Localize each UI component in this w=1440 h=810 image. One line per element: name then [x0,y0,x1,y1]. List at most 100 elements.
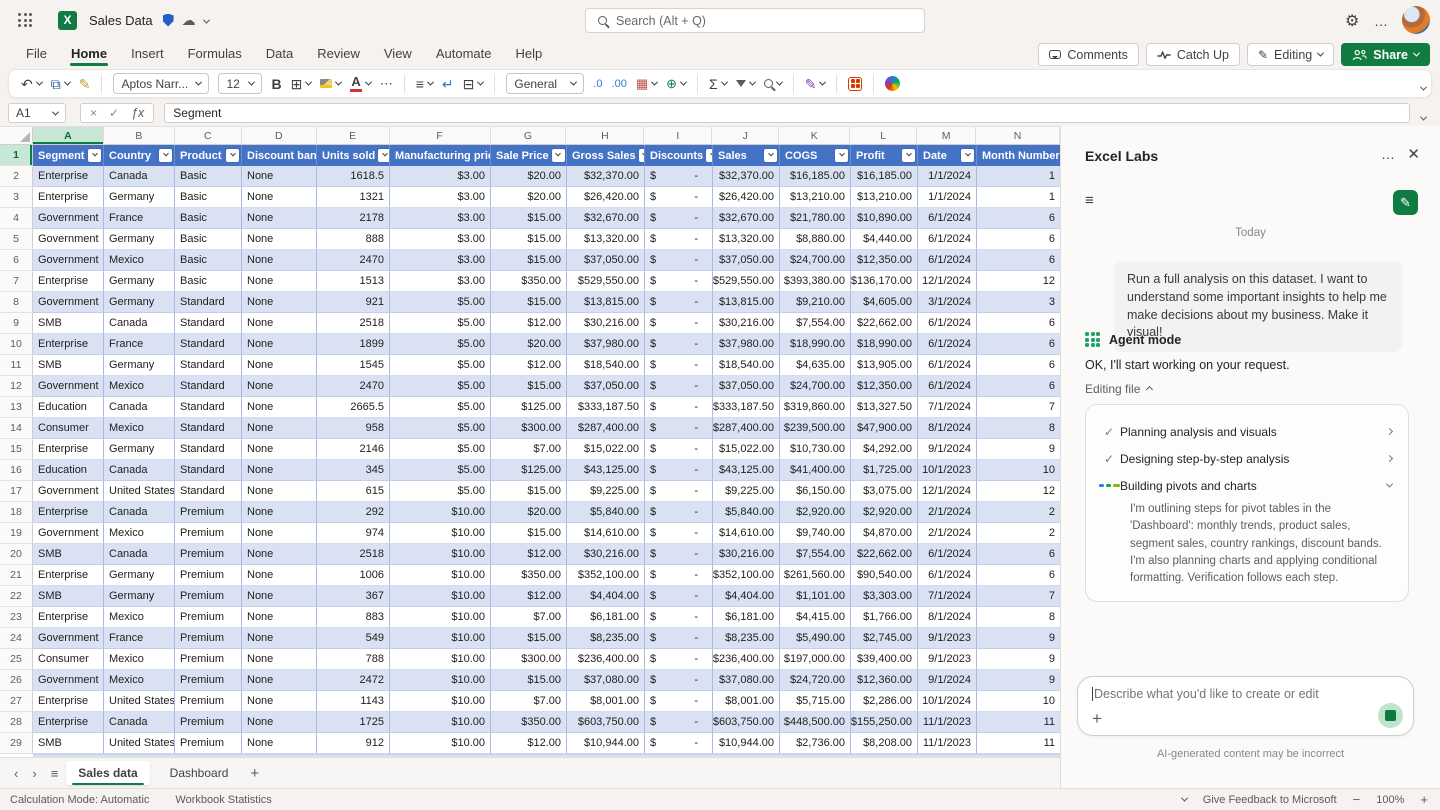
search-input[interactable]: Search (Alt + Q) [585,8,925,33]
cell[interactable]: 974 [317,523,390,544]
cell[interactable]: $- [645,733,713,754]
workbook-statistics-status[interactable]: Workbook Statistics [175,794,271,806]
cell[interactable]: 9 [977,649,1060,670]
ribbon-tab-file[interactable]: File [16,42,57,67]
cell[interactable]: $10.00 [390,502,491,523]
filter-button-sales[interactable] [764,149,777,162]
comments-button[interactable]: Comments [1038,43,1138,66]
cell[interactable]: $4,292.00 [851,439,918,460]
cell[interactable]: 958 [317,418,390,439]
cell[interactable]: $125.00 [491,460,567,481]
number-format-select[interactable]: General [506,73,584,94]
cell[interactable]: $8,001.00 [713,691,780,712]
ribbon-tab-view[interactable]: View [374,42,422,67]
cell[interactable]: United States [104,733,175,754]
cell[interactable]: Premium [175,502,242,523]
cell[interactable]: $15.00 [491,292,567,313]
cell[interactable]: 1618.5 [317,166,390,187]
cell[interactable]: Canada [104,397,175,418]
cell[interactable]: Standard [175,355,242,376]
cell[interactable]: Standard [175,481,242,502]
cell[interactable]: 1321 [317,187,390,208]
decrease-decimal-button[interactable]: .0 [593,78,602,90]
filter-button-profit[interactable] [902,149,915,162]
cell[interactable]: 7/1/2024 [918,586,977,607]
cell[interactable]: $37,980.00 [713,334,780,355]
cell[interactable]: $10.00 [390,712,491,733]
cell[interactable]: $2,920.00 [780,502,851,523]
cell[interactable]: Education [33,460,104,481]
cell[interactable]: 9/1/2023 [918,628,977,649]
cell[interactable]: 1725 [317,712,390,733]
cell[interactable]: None [242,649,317,670]
cell[interactable]: Premium [175,628,242,649]
cell[interactable]: $1,766.00 [851,607,918,628]
cell[interactable]: $5.00 [390,292,491,313]
cell[interactable]: 6 [977,208,1060,229]
cell[interactable]: $24,720.00 [780,670,851,691]
row-header-24[interactable]: 24 [0,628,33,649]
cell[interactable]: $- [645,292,713,313]
cell[interactable]: $10.00 [390,628,491,649]
cell[interactable]: None [242,271,317,292]
row-header-20[interactable]: 20 [0,544,33,565]
cell[interactable]: $26,420.00 [567,187,645,208]
paste-button[interactable]: ⧉ [51,77,70,91]
cell[interactable]: $24,700.00 [780,376,851,397]
cell[interactable]: 2518 [317,313,390,334]
column-filter-header[interactable]: Discount band [242,145,317,166]
cell[interactable]: $13,905.00 [851,355,918,376]
cell[interactable]: France [104,208,175,229]
cell[interactable]: 6 [977,376,1060,397]
sheet-tab-dashboard[interactable]: Dashboard [158,761,241,785]
column-header-A[interactable]: A [33,127,104,145]
cell[interactable]: $5,840.00 [567,502,645,523]
ribbon-tab-insert[interactable]: Insert [121,42,174,67]
cell[interactable]: $239,500.00 [780,418,851,439]
cell[interactable]: Standard [175,376,242,397]
cell[interactable]: 9 [977,628,1060,649]
column-header-F[interactable]: F [390,127,491,145]
cell[interactable]: $6,181.00 [567,607,645,628]
cell[interactable]: $5.00 [390,460,491,481]
copilot-button[interactable] [885,76,900,91]
cell[interactable]: Enterprise [33,565,104,586]
column-header-E[interactable]: E [317,127,390,145]
cell[interactable]: $300.00 [491,418,567,439]
formula-input[interactable]: Segment [164,103,1410,123]
cell[interactable]: $37,980.00 [567,334,645,355]
cell[interactable]: $12,350.00 [851,376,918,397]
cell[interactable]: 6/1/2024 [918,334,977,355]
sort-filter-button[interactable] [736,80,755,87]
sheet-tab-sales-data[interactable]: Sales data [66,761,149,785]
cell[interactable]: $14,610.00 [713,523,780,544]
insert-function-icon[interactable]: ƒx [131,106,144,120]
cell[interactable]: $- [645,565,713,586]
cell[interactable]: 6 [977,544,1060,565]
cell[interactable]: $12.00 [491,355,567,376]
cell[interactable]: None [242,712,317,733]
cell[interactable]: $10,944.00 [567,733,645,754]
attach-plus-icon[interactable]: + [1092,709,1102,729]
cell[interactable]: $603,750.00 [713,712,780,733]
autosum-button[interactable]: Σ [709,77,727,91]
cell[interactable]: 1545 [317,355,390,376]
cell[interactable]: None [242,544,317,565]
cell[interactable]: $1,101.00 [780,586,851,607]
cell[interactable]: $1,725.00 [851,460,918,481]
cell[interactable]: $10.00 [390,586,491,607]
cell[interactable]: 7/1/2024 [918,397,977,418]
cell[interactable]: $24,700.00 [780,250,851,271]
cell[interactable]: Premium [175,733,242,754]
row-header-15[interactable]: 15 [0,439,33,460]
cell[interactable]: Enterprise [33,439,104,460]
find-button[interactable] [764,79,782,88]
cell[interactable]: Enterprise [33,271,104,292]
cell[interactable]: $8,208.00 [851,733,918,754]
row-header-26[interactable]: 26 [0,670,33,691]
cell[interactable]: $12,360.00 [851,670,918,691]
column-filter-header[interactable]: Product [175,145,242,166]
cell[interactable]: Enterprise [33,187,104,208]
cell[interactable]: $15.00 [491,250,567,271]
cell[interactable]: $- [645,229,713,250]
